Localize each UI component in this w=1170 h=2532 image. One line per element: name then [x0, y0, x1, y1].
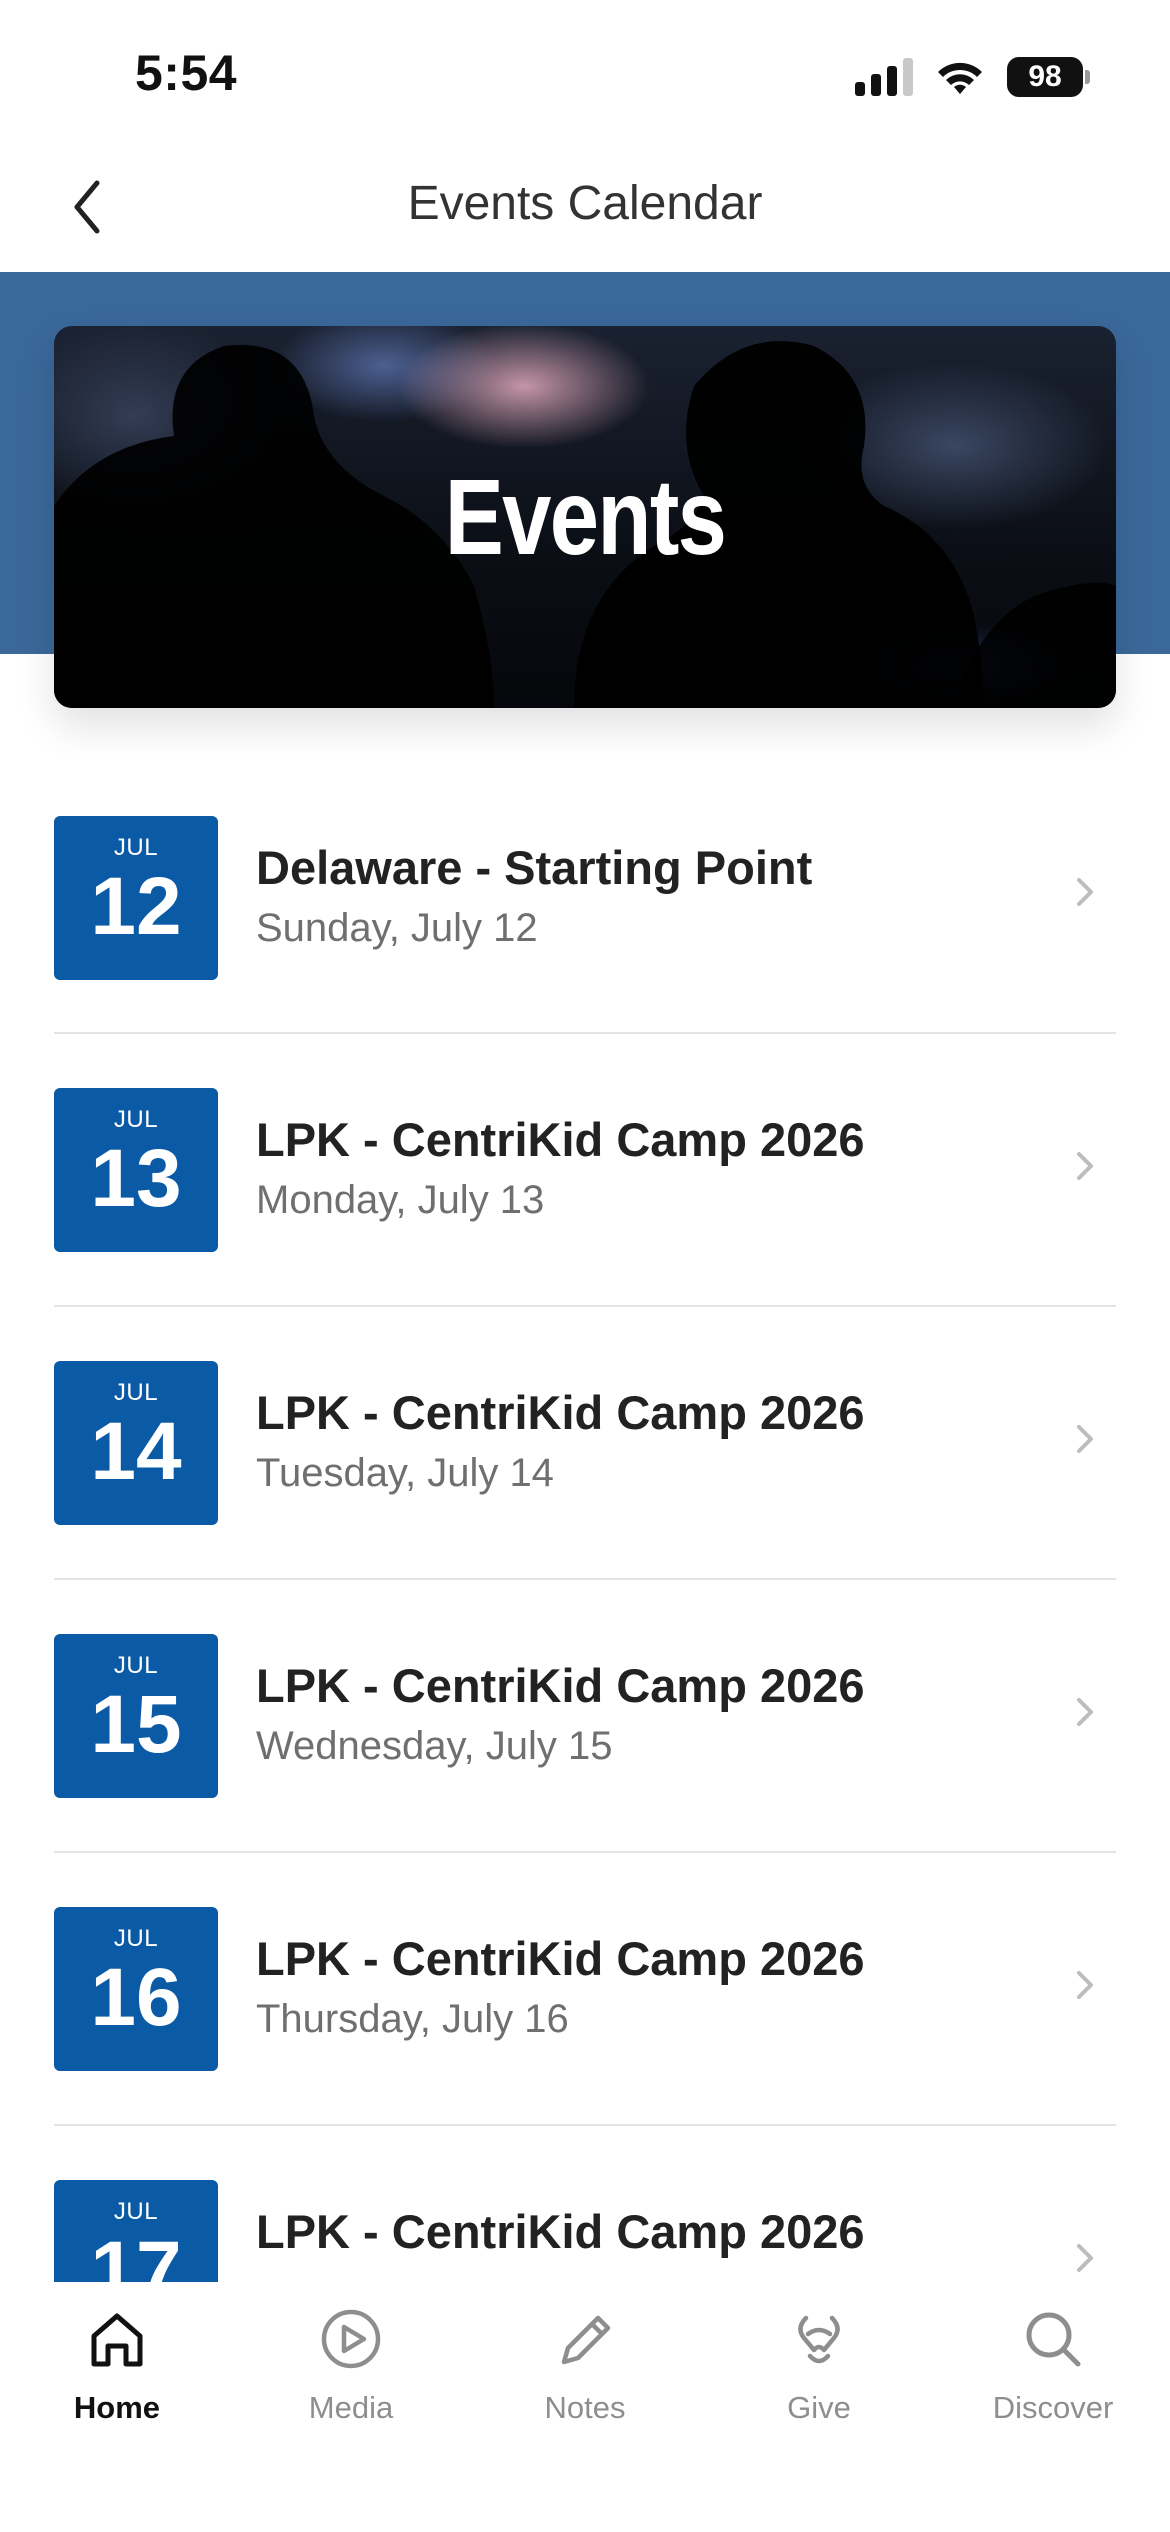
date-month: JUL: [113, 2198, 159, 2225]
date-day: 14: [90, 1406, 182, 1497]
date-badge: JUL 12: [54, 816, 218, 980]
chevron-right-icon: [1077, 1425, 1093, 1453]
date-month: JUL: [113, 1652, 159, 1679]
tab-label: Notes: [544, 2390, 626, 2425]
date-day: 12: [90, 861, 182, 952]
event-list-item[interactable]: JUL 16 LPK - CentriKid Camp 2026 Thursda…: [54, 1853, 1116, 2126]
battery-cap: [1085, 70, 1090, 84]
tab-give[interactable]: Give: [702, 2292, 936, 2442]
date-month: JUL: [113, 1379, 159, 1406]
event-title: LPK - CentriKid Camp 2026: [256, 1659, 865, 1712]
event-date: Sunday, July 12: [256, 906, 538, 950]
event-list-item[interactable]: JUL 12 Delaware - Starting Point Sunday,…: [54, 790, 1116, 1034]
event-date: Wednesday, July 15: [256, 1724, 613, 1768]
tab-label: Give: [787, 2390, 851, 2425]
status-icons: 98: [855, 54, 1090, 100]
pencil-icon: [561, 2315, 611, 2365]
events-calendar-screen: 5:54 98 Events Calendar Events JUL 12 De…: [0, 0, 1170, 2532]
event-date: Thursday, July 16: [256, 1997, 569, 2041]
date-month: JUL: [113, 834, 159, 861]
date-month: JUL: [113, 1106, 159, 1133]
date-day: 16: [90, 1952, 182, 2043]
event-list-item[interactable]: JUL 13 LPK - CentriKid Camp 2026 Monday,…: [54, 1034, 1116, 1307]
date-day: 13: [90, 1133, 182, 1224]
tab-bar: Home Media Notes Give Discover: [0, 2282, 1170, 2532]
event-title: LPK - CentriKid Camp 2026: [256, 1113, 865, 1166]
chevron-right-icon: [1077, 1971, 1093, 1999]
event-date: Monday, July 13: [256, 1178, 545, 1222]
date-month: JUL: [113, 1925, 159, 1952]
chevron-right-icon: [1077, 1698, 1093, 1726]
battery-level: 98: [1028, 60, 1062, 93]
page-title: Events Calendar: [407, 177, 763, 230]
battery-group: 98: [1007, 57, 1090, 97]
date-day: 15: [90, 1679, 182, 1770]
status-bar: 5:54 98: [0, 0, 1170, 150]
event-title: LPK - CentriKid Camp 2026: [256, 1386, 865, 1439]
search-icon: [1026, 2312, 1081, 2367]
event-title: LPK - CentriKid Camp 2026: [256, 2205, 865, 2258]
home-icon: [91, 2313, 143, 2367]
banner-title: Events: [444, 456, 727, 577]
status-time: 5:54: [135, 45, 238, 101]
play-circle-icon: [321, 2309, 381, 2369]
event-title: Delaware - Starting Point: [256, 841, 813, 894]
tab-discover[interactable]: Discover: [936, 2292, 1170, 2442]
date-badge: JUL 14: [54, 1361, 218, 1525]
chevron-right-icon: [1077, 1152, 1093, 1180]
give-icon: [798, 2315, 840, 2364]
event-title: LPK - CentriKid Camp 2026: [256, 1932, 865, 1985]
tab-home[interactable]: Home: [0, 2292, 234, 2442]
event-list-item[interactable]: JUL 15 LPK - CentriKid Camp 2026 Wednesd…: [54, 1580, 1116, 1853]
event-date: Tuesday, July 14: [256, 1451, 554, 1495]
battery-icon: 98: [1007, 57, 1083, 97]
date-badge: JUL 15: [54, 1634, 218, 1798]
chevron-right-icon: [1077, 878, 1093, 906]
navigation-header: Events Calendar: [0, 150, 1170, 272]
wifi-icon: [938, 62, 982, 94]
date-badge: JUL 13: [54, 1088, 218, 1252]
chevron-right-icon: [1077, 2244, 1093, 2272]
date-badge: JUL 16: [54, 1907, 218, 2071]
events-banner-image: Events: [54, 326, 1116, 708]
tab-label: Discover: [992, 2390, 1114, 2425]
event-list: JUL 12 Delaware - Starting Point Sunday,…: [54, 790, 1116, 2399]
event-list-item[interactable]: JUL 14 LPK - CentriKid Camp 2026 Tuesday…: [54, 1307, 1116, 1580]
cellular-signal-icon: [855, 58, 913, 96]
tab-media[interactable]: Media: [234, 2292, 468, 2442]
tab-notes[interactable]: Notes: [468, 2292, 702, 2442]
tab-label: Media: [308, 2390, 394, 2425]
tab-label: Home: [73, 2390, 161, 2425]
